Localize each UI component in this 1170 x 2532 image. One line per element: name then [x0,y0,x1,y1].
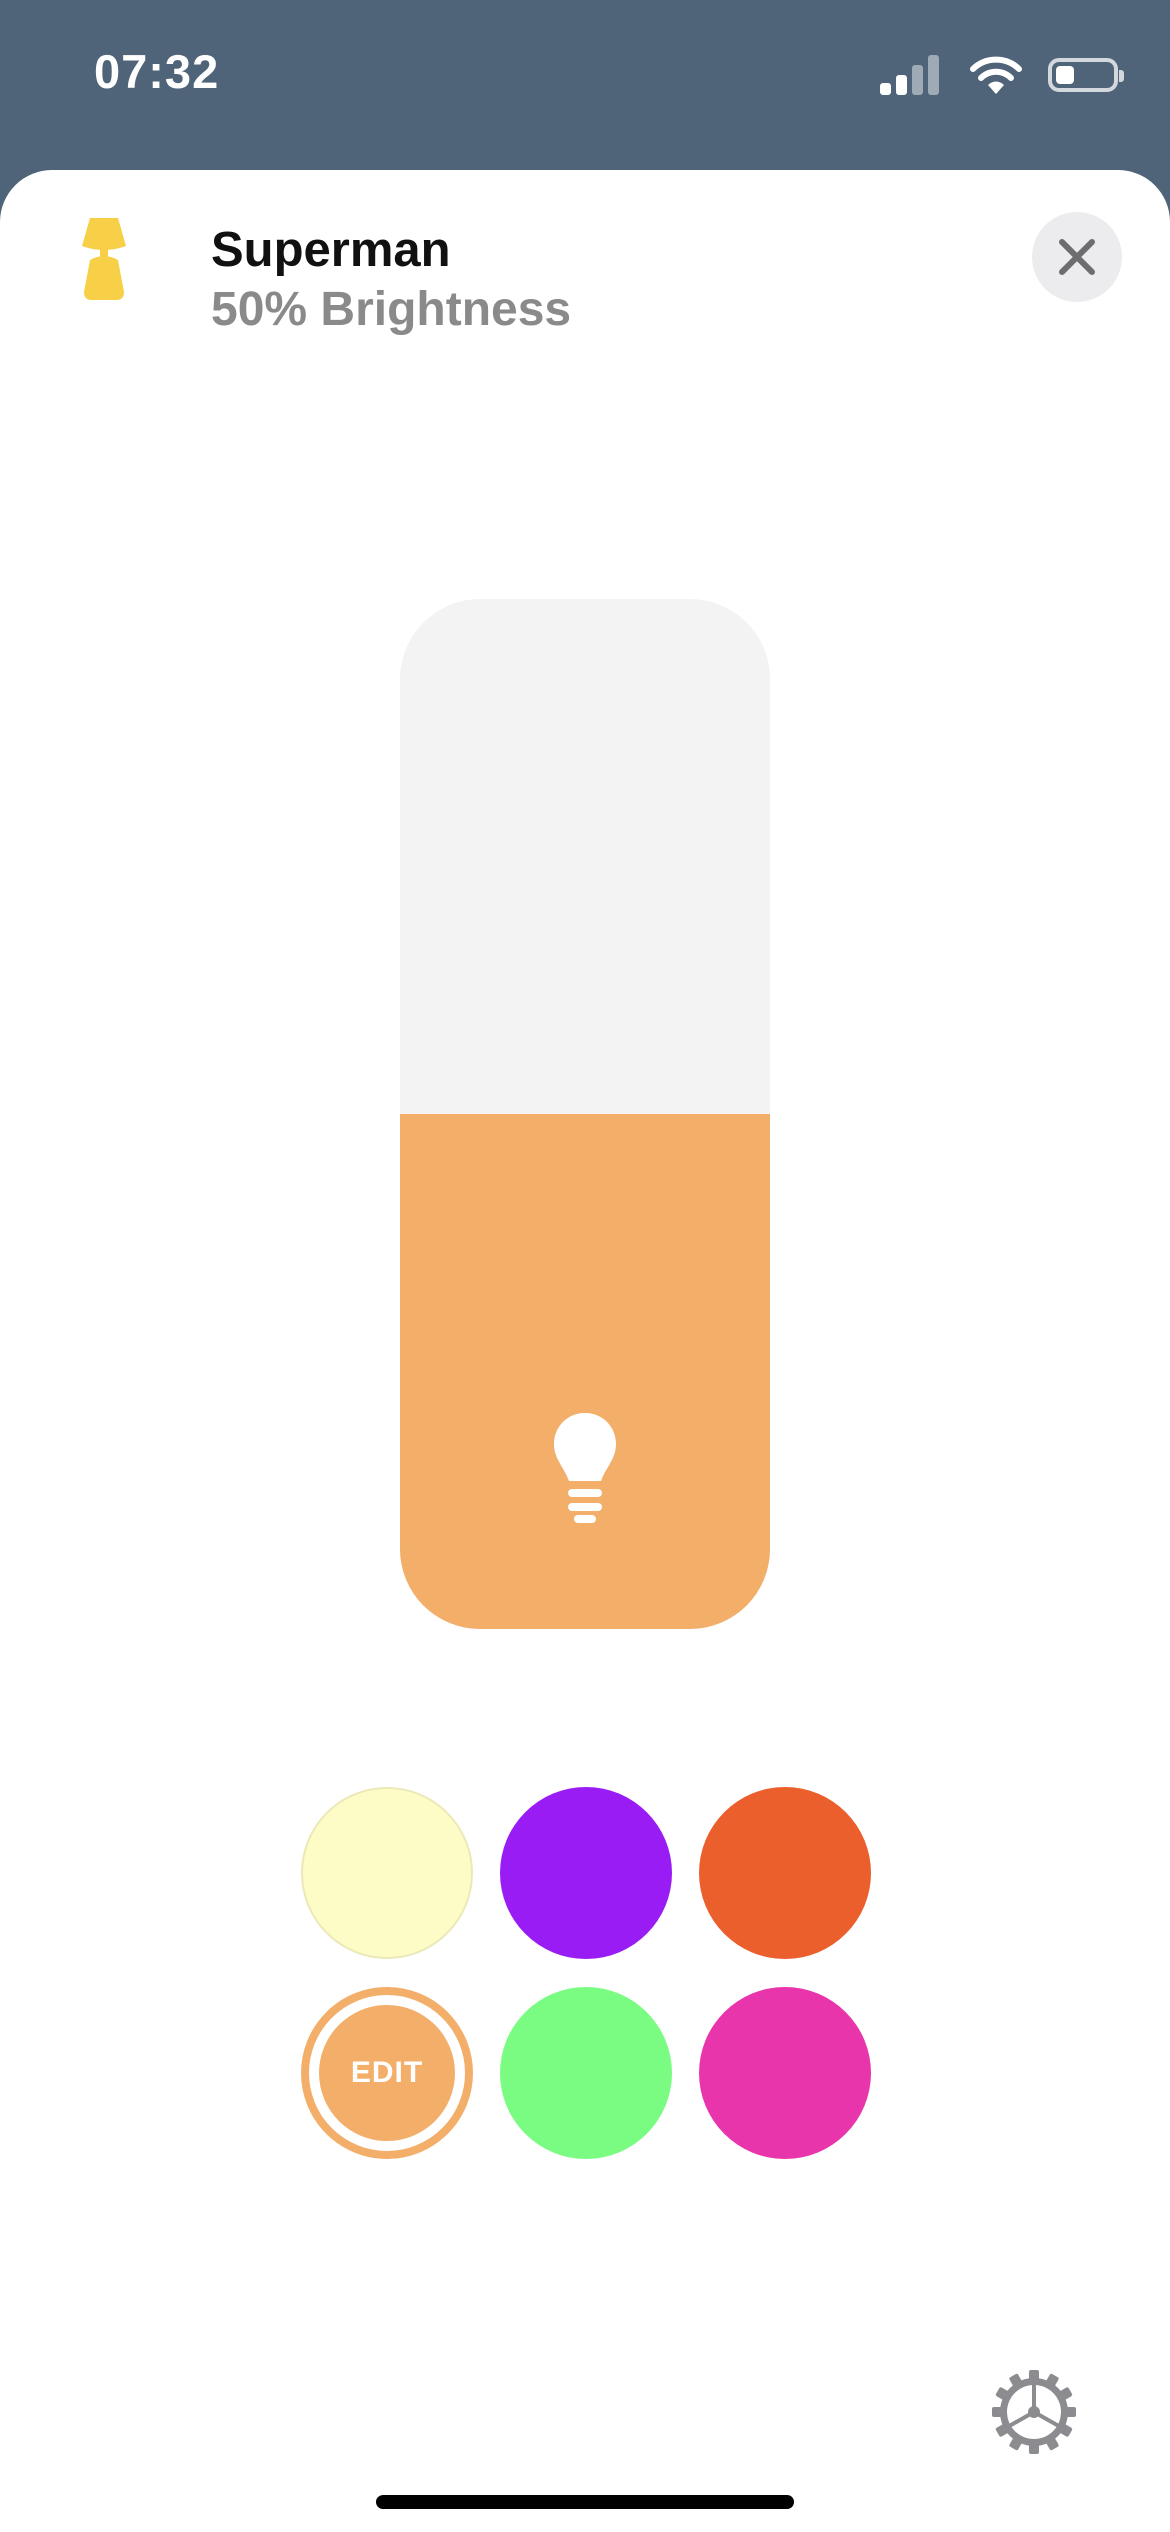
light-control-sheet: Superman 50% Brightness EDIT [0,170,1170,2532]
edit-button[interactable]: EDIT [319,2005,455,2141]
brightness-fill [400,1114,770,1629]
gear-tooth [1029,2440,1039,2454]
color-swatch-pink[interactable] [699,1987,871,2159]
lamp-icon [82,218,126,300]
accessory-title: Superman [211,223,451,277]
color-swatch-warm-white[interactable] [301,1787,473,1959]
battery-icon [1048,58,1124,92]
color-swatch-orange[interactable] [699,1787,871,1959]
gear-tooth [1062,2407,1076,2417]
lightbulb-icon [554,1413,616,1523]
brightness-slider[interactable] [400,599,770,1629]
brightness-status: 50% Brightness [211,283,572,336]
cellular-signal-icon [880,55,944,95]
status-bar: 07:32 [0,0,1170,160]
color-swatch-green[interactable] [500,1987,672,2159]
gear-tooth [992,2407,1006,2417]
color-swatch-purple[interactable] [500,1787,672,1959]
color-swatch-selected[interactable]: EDIT [301,1987,473,2159]
wifi-icon [970,56,1022,94]
close-icon [1059,239,1095,275]
gear-icon[interactable] [990,2368,1078,2456]
status-icons [880,50,1124,100]
home-indicator[interactable] [376,2495,794,2509]
close-button[interactable] [1032,212,1122,302]
status-time: 07:32 [94,45,220,98]
gear-tooth [1029,2370,1039,2384]
